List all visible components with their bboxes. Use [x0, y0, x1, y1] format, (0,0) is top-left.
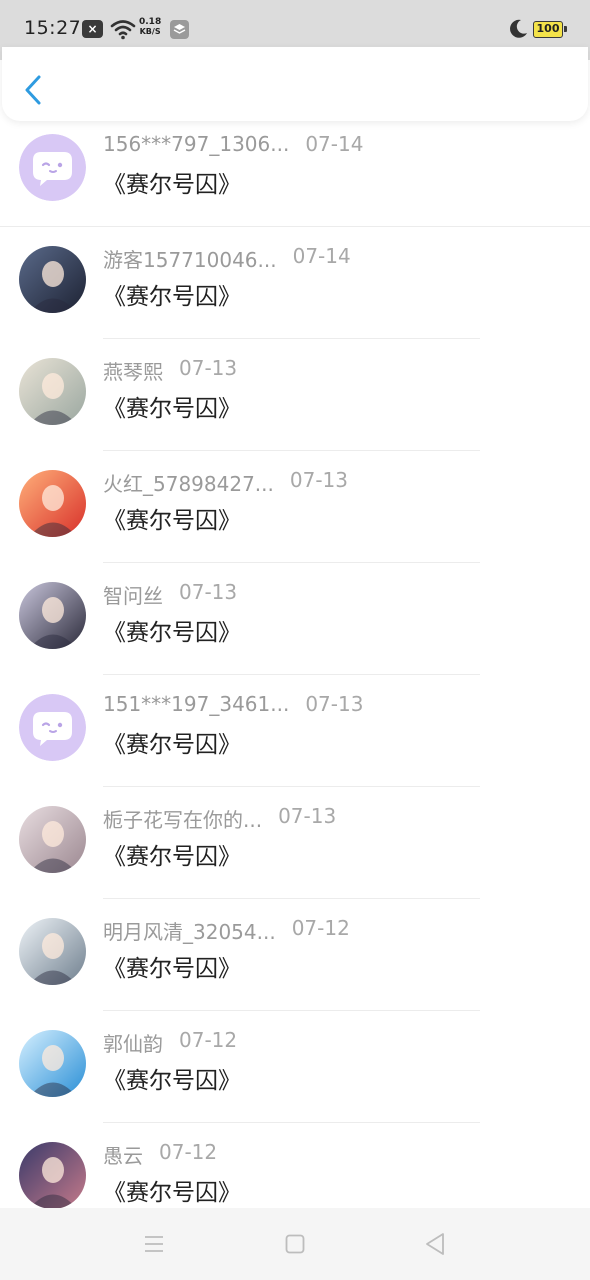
message-date: 07-14	[292, 244, 351, 268]
avatar[interactable]	[19, 358, 86, 425]
item-meta: 栀子花写在你的... 07-13	[103, 804, 336, 833]
list-item[interactable]: 明月风清_32054... 07-12 《赛尔号囚》	[0, 899, 590, 1011]
network-speed: 0.18 KB/S	[139, 17, 161, 37]
home-square-icon[interactable]	[285, 1234, 305, 1254]
user-name: 栀子花写在你的...	[103, 808, 263, 832]
item-meta: 愚云 07-12	[103, 1140, 217, 1169]
moon-icon	[510, 19, 527, 38]
user-name: 郭仙韵	[103, 1032, 163, 1056]
item-meta: 郭仙韵 07-12	[103, 1028, 237, 1057]
avatar[interactable]	[19, 246, 86, 313]
default-chat-avatar-icon[interactable]	[19, 134, 86, 201]
item-meta: 151***197_3461... 07-13	[103, 692, 363, 716]
message-text: 《赛尔号囚》	[103, 956, 241, 982]
message-text: 《赛尔号囚》	[103, 620, 241, 646]
avatar[interactable]	[19, 1142, 86, 1209]
list-item[interactable]: 愚云 07-12 《赛尔号囚》	[0, 1123, 590, 1209]
network-speed-unit: KB/S	[139, 27, 161, 36]
user-name: 156***797_1306...	[103, 132, 290, 156]
avatar[interactable]	[19, 918, 86, 985]
message-date: 07-13	[305, 692, 364, 716]
avatar[interactable]	[19, 470, 86, 537]
item-meta: 156***797_1306... 07-14	[103, 132, 363, 156]
message-date: 07-12	[179, 1028, 238, 1052]
system-nav-bar	[0, 1208, 590, 1280]
list-item[interactable]: 栀子花写在你的... 07-13 《赛尔号囚》	[0, 787, 590, 899]
notification-x-icon: ×	[82, 20, 103, 38]
top-header	[2, 47, 588, 121]
list-item[interactable]: 燕琴熙 07-13 《赛尔号囚》	[0, 339, 590, 451]
battery-level: 100	[536, 22, 560, 35]
battery-icon: 100	[533, 21, 567, 38]
status-time: 15:27	[24, 17, 82, 39]
message-date: 07-12	[159, 1140, 218, 1164]
message-text: 《赛尔号囚》	[103, 732, 241, 758]
back-triangle-icon[interactable]	[424, 1232, 446, 1256]
message-date: 07-13	[179, 580, 238, 604]
avatar[interactable]	[19, 1030, 86, 1097]
avatar[interactable]	[19, 806, 86, 873]
list-item[interactable]: 火红_57898427... 07-13 《赛尔号囚》	[0, 451, 590, 563]
message-date: 07-14	[305, 132, 364, 156]
chevron-left-icon[interactable]	[22, 73, 44, 107]
item-meta: 明月风清_32054... 07-12	[103, 916, 350, 945]
message-text: 《赛尔号囚》	[103, 1068, 241, 1094]
list-item[interactable]: 151***197_3461... 07-13 《赛尔号囚》	[0, 675, 590, 787]
item-meta: 燕琴熙 07-13	[103, 356, 237, 385]
list-item[interactable]: 智问丝 07-13 《赛尔号囚》	[0, 563, 590, 675]
message-date: 07-13	[289, 468, 348, 492]
message-date: 07-13	[179, 356, 238, 380]
message-text: 《赛尔号囚》	[103, 172, 241, 198]
layers-icon	[170, 20, 189, 39]
wifi-icon	[110, 20, 136, 40]
message-text: 《赛尔号囚》	[103, 1180, 241, 1206]
user-name: 火红_57898427...	[103, 472, 274, 496]
list-item[interactable]: 156***797_1306... 07-14 《赛尔号囚》	[0, 121, 590, 227]
user-name: 智问丝	[103, 584, 163, 608]
message-text: 《赛尔号囚》	[103, 844, 241, 870]
item-meta: 火红_57898427... 07-13	[103, 468, 348, 497]
avatar[interactable]	[19, 582, 86, 649]
message-list: 156***797_1306... 07-14 《赛尔号囚》 游客157710046.…	[0, 121, 590, 1209]
message-text: 《赛尔号囚》	[103, 284, 241, 310]
menu-icon[interactable]	[144, 1234, 164, 1254]
item-meta: 智问丝 07-13	[103, 580, 237, 609]
user-name: 151***197_3461...	[103, 692, 290, 716]
user-name: 愚云	[103, 1144, 143, 1168]
message-date: 07-12	[291, 916, 350, 940]
network-speed-value: 0.18	[139, 17, 162, 27]
message-date: 07-13	[278, 804, 337, 828]
message-text: 《赛尔号囚》	[103, 508, 241, 534]
list-item[interactable]: 游客157710046... 07-14 《赛尔号囚》	[0, 227, 590, 339]
item-meta: 游客157710046... 07-14	[103, 244, 351, 273]
list-item[interactable]: 郭仙韵 07-12 《赛尔号囚》	[0, 1011, 590, 1123]
message-text: 《赛尔号囚》	[103, 396, 241, 422]
default-chat-avatar-icon[interactable]	[19, 694, 86, 761]
user-name: 燕琴熙	[103, 360, 163, 384]
user-name: 明月风清_32054...	[103, 920, 276, 944]
user-name: 游客157710046...	[103, 248, 277, 272]
